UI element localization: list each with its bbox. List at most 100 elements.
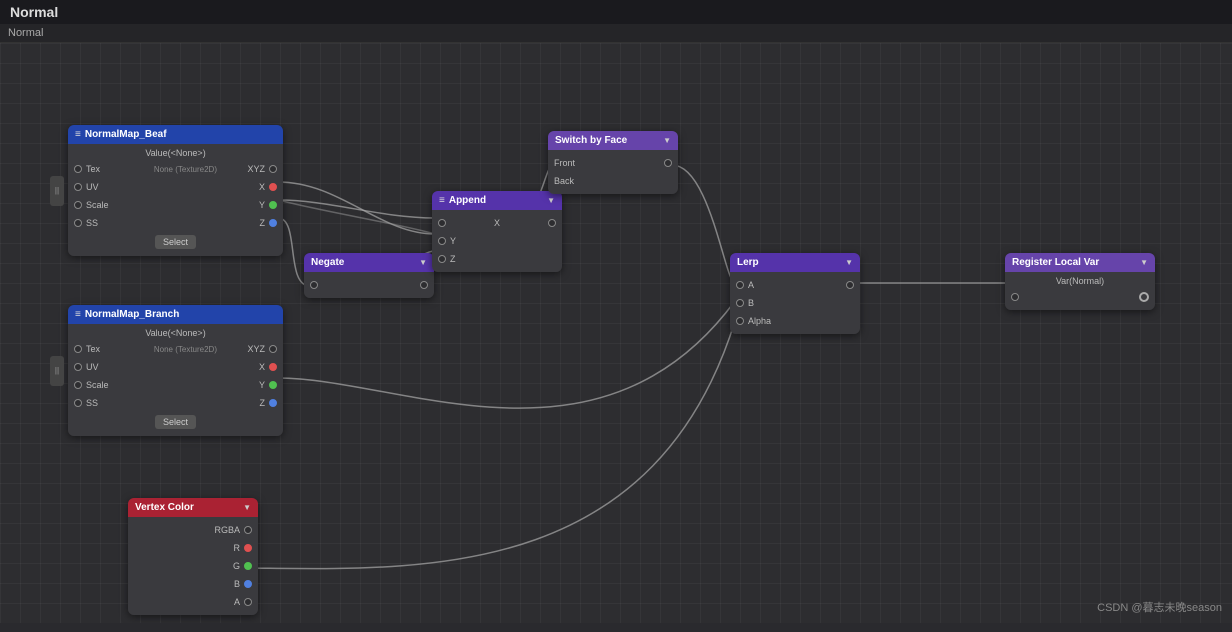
switch-title: Switch by Face: [555, 135, 659, 146]
vertex-dropdown[interactable]: ▼: [243, 503, 251, 512]
vertex-rgba-out[interactable]: [244, 526, 252, 534]
branch-tex-label: Tex: [86, 344, 152, 354]
lerp-title: Lerp: [737, 257, 841, 268]
active-tab[interactable]: Normal: [8, 27, 43, 39]
branch-tex-port[interactable]: [74, 345, 82, 353]
lerp-header: Lerp ▼: [730, 253, 860, 272]
lerp-alpha-in[interactable]: [736, 317, 744, 325]
lerp-out[interactable]: [846, 281, 854, 289]
branch-xyz-row: XYZ: [223, 340, 283, 358]
node-vertex-color: Vertex Color ▼ RGBA R G B A: [128, 498, 258, 615]
node-beaf-title: NormalMap_Beaf: [85, 129, 276, 140]
vertex-b-row: B: [128, 575, 258, 593]
negate-out-port[interactable]: [420, 281, 428, 289]
negate-dropdown[interactable]: ▼: [419, 258, 427, 267]
vertex-r-row: R: [128, 539, 258, 557]
append-dropdown[interactable]: ▼: [547, 196, 555, 205]
node-lerp: Lerp ▼ A B Alpha: [730, 253, 860, 334]
collapse-handle-beaf[interactable]: ||: [50, 176, 64, 206]
vertex-g-out[interactable]: [244, 562, 252, 570]
branch-ss-port[interactable]: [74, 399, 82, 407]
switch-front-row: Front: [548, 154, 678, 172]
vertex-a-out[interactable]: [244, 598, 252, 606]
node-append: ≡ Append ▼ X Y Z: [432, 191, 562, 272]
branch-y-row: Y: [223, 376, 283, 394]
beaf-uv-label: UV: [86, 182, 217, 192]
register-body: Var(Normal): [1005, 272, 1155, 310]
negate-in-port[interactable]: [310, 281, 318, 289]
beaf-tex-port[interactable]: [74, 165, 82, 173]
lerp-b-in[interactable]: [736, 299, 744, 307]
append-x-in[interactable]: [438, 219, 446, 227]
branch-tex-row: Tex None (Texture2D): [68, 340, 223, 358]
lerp-dropdown[interactable]: ▼: [845, 258, 853, 267]
branch-x-port[interactable]: [269, 363, 277, 371]
beaf-x-port[interactable]: [269, 183, 277, 191]
branch-uv-label: UV: [86, 362, 217, 372]
beaf-ss-port[interactable]: [74, 219, 82, 227]
vertex-body: RGBA R G B A: [128, 517, 258, 615]
append-z-in[interactable]: [438, 255, 446, 263]
node-register-local-var: Register Local Var ▼ Var(Normal): [1005, 253, 1155, 310]
beaf-ss-label: SS: [86, 218, 217, 228]
node-branch-subtitle: Value(<None>): [68, 328, 283, 340]
node-beaf-header: ≡ NormalMap_Beaf: [68, 125, 283, 144]
register-row: [1005, 288, 1155, 306]
branch-scale-port[interactable]: [74, 381, 82, 389]
node-canvas[interactable]: || ≡ NormalMap_Beaf Value(<None>) Tex No…: [0, 43, 1232, 623]
branch-select-btn[interactable]: Select: [155, 415, 196, 429]
branch-uv-row: UV: [68, 358, 223, 376]
beaf-tex-label: Tex: [86, 164, 152, 174]
beaf-y-port[interactable]: [269, 201, 277, 209]
negate-header: Negate ▼: [304, 253, 434, 272]
switch-header: Switch by Face ▼: [548, 131, 678, 150]
beaf-select-btn[interactable]: Select: [155, 235, 196, 249]
branch-y-port[interactable]: [269, 381, 277, 389]
switch-back-label: Back: [554, 176, 672, 186]
append-y-in[interactable]: [438, 237, 446, 245]
beaf-uv-port[interactable]: [74, 183, 82, 191]
node-normalmap-beaf: || ≡ NormalMap_Beaf Value(<None>) Tex No…: [68, 125, 283, 256]
append-x-out[interactable]: [548, 219, 556, 227]
register-subtitle: Var(Normal): [1005, 276, 1155, 288]
register-dropdown[interactable]: ▼: [1140, 258, 1148, 267]
menu-icon-beaf[interactable]: ≡: [75, 129, 81, 140]
node-branch-body: Value(<None>) Tex None (Texture2D) UV Sc…: [68, 324, 283, 436]
beaf-scale-label: Scale: [86, 200, 217, 210]
branch-uv-port[interactable]: [74, 363, 82, 371]
register-in[interactable]: [1011, 293, 1019, 301]
append-y-row: Y: [432, 232, 562, 250]
vertex-b-out[interactable]: [244, 580, 252, 588]
switch-back-row: Back: [548, 172, 678, 190]
beaf-xyz-port[interactable]: [269, 165, 277, 173]
beaf-uv-row: UV: [68, 178, 223, 196]
node-negate: Negate ▼: [304, 253, 434, 298]
vertex-title: Vertex Color: [135, 502, 239, 513]
branch-z-port[interactable]: [269, 399, 277, 407]
negate-body: [304, 272, 434, 298]
vertex-g-row: G: [128, 557, 258, 575]
beaf-ss-row: SS: [68, 214, 223, 232]
watermark: CSDN @暮志未晚season: [1097, 599, 1222, 615]
switch-out-port[interactable]: [664, 159, 672, 167]
beaf-z-port[interactable]: [269, 219, 277, 227]
node-normalmap-branch: || ≡ NormalMap_Branch Value(<None>) Tex …: [68, 305, 283, 436]
switch-body: Front Back: [548, 150, 678, 194]
beaf-scale-port[interactable]: [74, 201, 82, 209]
switch-dropdown[interactable]: ▼: [663, 136, 671, 145]
branch-z-row: Z: [223, 394, 283, 412]
branch-xyz-port[interactable]: [269, 345, 277, 353]
collapse-handle-branch[interactable]: ||: [50, 356, 64, 386]
vertex-r-out[interactable]: [244, 544, 252, 552]
beaf-z-row: Z: [223, 214, 283, 232]
node-branch-header: ≡ NormalMap_Branch: [68, 305, 283, 324]
branch-x-row: X: [223, 358, 283, 376]
append-title: Append: [449, 195, 543, 206]
watermark-text: CSDN @暮志未晚season: [1097, 602, 1222, 614]
append-menu[interactable]: ≡: [439, 195, 445, 206]
lerp-a-in[interactable]: [736, 281, 744, 289]
beaf-xyz-row: XYZ: [223, 160, 283, 178]
append-x-row: X: [432, 214, 562, 232]
menu-icon-branch[interactable]: ≡: [75, 309, 81, 320]
register-out[interactable]: [1139, 292, 1149, 302]
